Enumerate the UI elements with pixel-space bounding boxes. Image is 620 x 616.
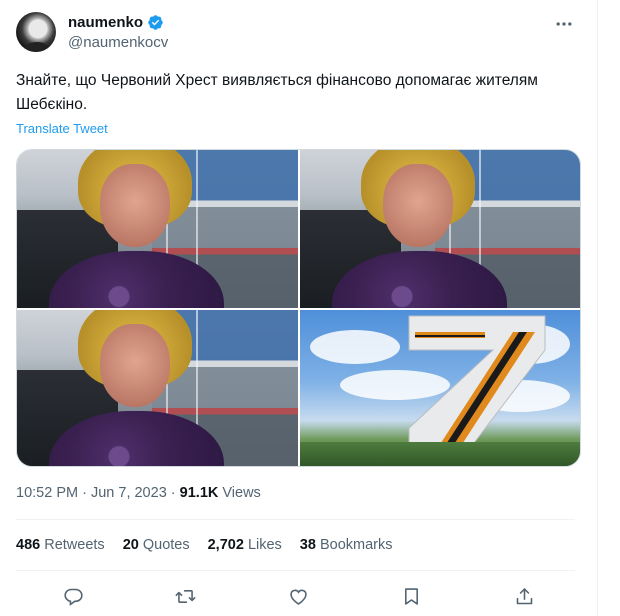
media-photo-3[interactable] (17, 310, 298, 466)
quotes-count: 20 (122, 537, 139, 553)
divider (16, 519, 575, 520)
media-photo-1[interactable] (17, 150, 298, 308)
retweets-count: 486 (16, 537, 41, 553)
verified-badge-icon (148, 15, 163, 30)
tweet-container: naumenko @naumenkocv Знайте, що Червоний… (0, 0, 598, 616)
engagement-stats: 486 Retweets 20 Quotes 2,702 Likes 38 Bo… (16, 537, 411, 553)
bookmark-button[interactable] (397, 582, 425, 610)
divider (16, 570, 575, 571)
bookmarks-count: 38 (299, 537, 316, 553)
meta-separator: · (82, 485, 91, 501)
bookmarks-label: Bookmarks (319, 537, 393, 553)
quotes-stat[interactable]: 20 Quotes (123, 537, 190, 553)
views-count: 91.1K (179, 485, 219, 501)
likes-count: 2,702 (207, 537, 244, 553)
tweet-header: naumenko @naumenkocv (16, 12, 575, 52)
action-bar (16, 582, 576, 610)
share-icon (516, 587, 532, 604)
translate-tweet-link[interactable]: Translate Tweet (16, 121, 108, 136)
retweets-stat[interactable]: 486 Retweets (16, 537, 105, 553)
person-figure (48, 310, 225, 466)
likes-label: Likes (247, 537, 282, 553)
retweets-label: Retweets (44, 537, 105, 553)
handle[interactable]: @naumenkocv (68, 33, 168, 52)
reply-icon (63, 588, 83, 606)
reply-button[interactable] (59, 582, 87, 610)
retweet-button[interactable] (171, 582, 199, 610)
tweet-meta: 10:52 PM · Jun 7, 2023 · 91.1K Views (16, 485, 261, 501)
tweet-text: Знайте, що Червоний Хрест виявляється фі… (16, 72, 538, 113)
like-icon (289, 589, 307, 605)
person-figure (331, 150, 508, 308)
bookmarks-stat[interactable]: 38 Bookmarks (300, 537, 393, 553)
more-options-icon[interactable] (553, 14, 575, 34)
tweet-time[interactable]: 10:52 PM (16, 485, 78, 501)
quotes-label: Quotes (142, 537, 190, 553)
bookmark-icon (404, 587, 418, 605)
share-button[interactable] (510, 582, 538, 610)
author-names: naumenko @naumenkocv (68, 13, 168, 52)
views-label: Views (222, 485, 261, 501)
meta-separator: · (170, 485, 180, 501)
like-button[interactable] (284, 582, 312, 610)
retweet-icon (175, 589, 195, 603)
media-grid (16, 149, 581, 467)
display-name[interactable]: naumenko (68, 13, 143, 32)
media-photo-4[interactable] (300, 310, 580, 466)
likes-stat[interactable]: 2,702 Likes (208, 537, 282, 553)
person-figure (48, 150, 225, 308)
tweet-date[interactable]: Jun 7, 2023 (91, 485, 167, 501)
media-photo-2[interactable] (300, 150, 580, 308)
avatar[interactable] (16, 12, 56, 52)
